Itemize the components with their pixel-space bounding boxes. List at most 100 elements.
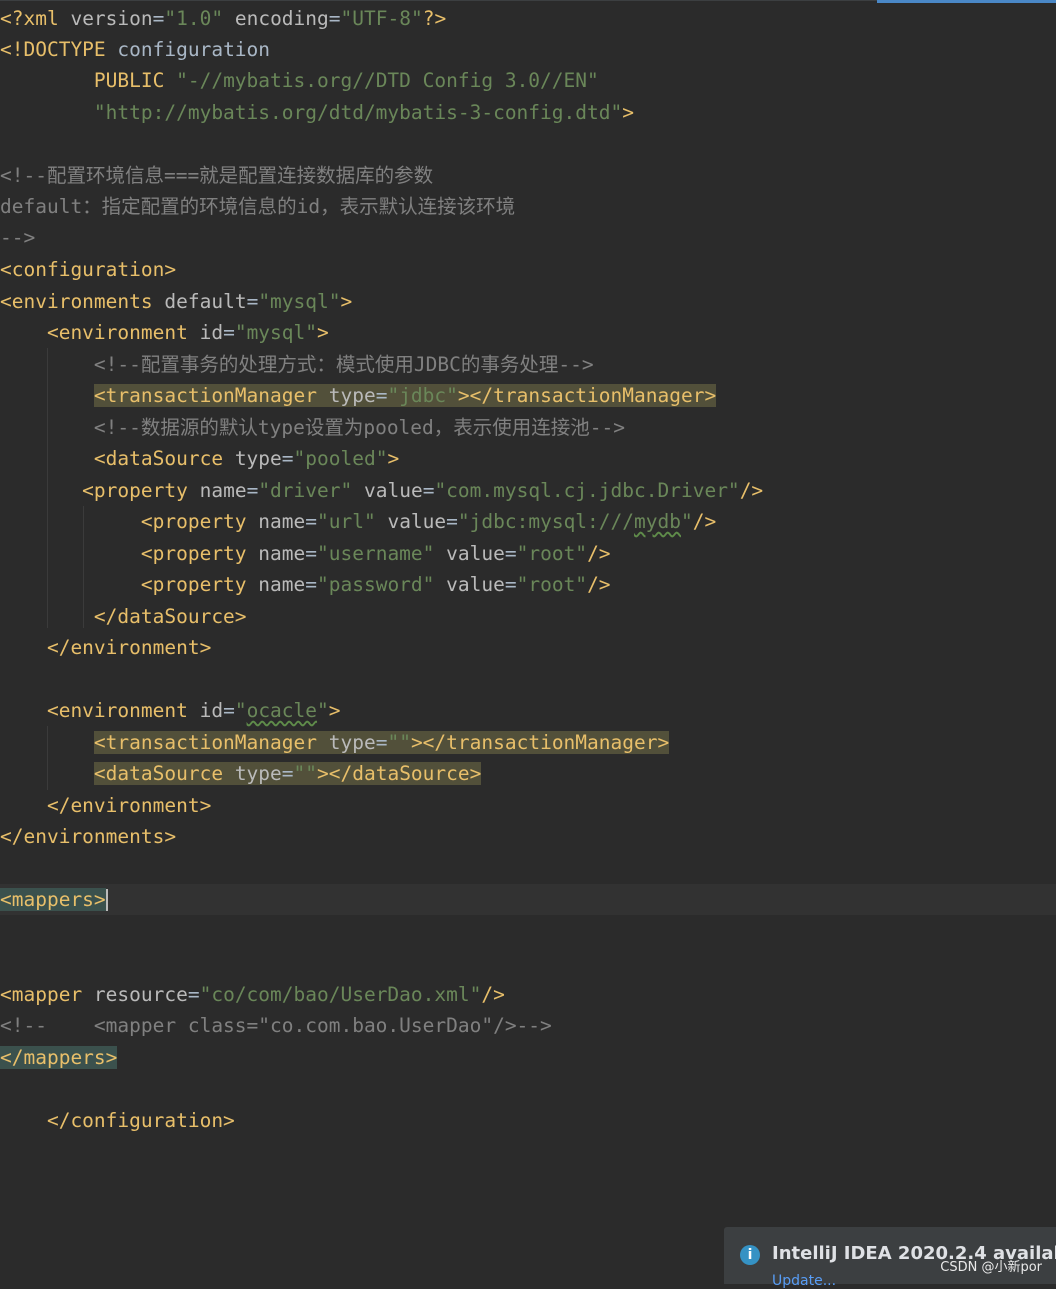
equals: =	[422, 479, 435, 502]
system-id: "http://mybatis.org/dtd/mybatis-3-config…	[93, 101, 623, 124]
close-tag: ></transactionManager>	[457, 384, 717, 407]
attr-name: value	[387, 510, 447, 533]
environment-close-tag: </environment>	[0, 636, 212, 659]
tag-end: />	[587, 573, 611, 596]
code-line-3[interactable]: PUBLIC "-//mybatis.org//DTD Config 3.0//…	[0, 65, 1056, 96]
code-line-36[interactable]: </configuration>	[0, 1105, 1056, 1136]
code-line-21[interactable]: </environment>	[0, 632, 1056, 663]
comment: <!--数据源的默认type设置为pooled，表示使用连接池-->	[0, 416, 625, 439]
equals: =	[504, 573, 517, 596]
attr-value: "jdbc:mysql:///	[457, 510, 635, 533]
property-tag: <property	[0, 573, 259, 596]
code-line-19[interactable]: <property name="password" value="root"/>	[0, 569, 1056, 600]
code-editor[interactable]: <?xml version="1.0" encoding="UTF-8"?> <…	[0, 0, 1056, 1284]
environment-close-tag: </environment>	[0, 794, 212, 817]
spelling-warning: ocacle	[246, 699, 318, 722]
attr-value: "root"	[516, 573, 588, 596]
code-line-11[interactable]: <environment id="mysql">	[0, 317, 1056, 348]
attr-value: "root"	[516, 542, 588, 565]
info-icon: i	[740, 1245, 760, 1265]
environment-tag: <environment	[0, 699, 200, 722]
equals: =	[375, 384, 388, 407]
property-tag: <property	[0, 510, 259, 533]
code-line-17[interactable]: <property name="url" value="jdbc:mysql:/…	[0, 506, 1056, 537]
environments-tag: <environments	[0, 290, 165, 313]
transaction-manager-tag: <transactionManager	[93, 731, 329, 754]
code-line-10[interactable]: <environments default="mysql">	[0, 286, 1056, 317]
equals: =	[187, 983, 200, 1006]
attr-value: "mysql"	[234, 321, 318, 344]
attr-value: "	[317, 699, 329, 722]
configuration-open-tag: <configuration>	[0, 258, 177, 281]
code-line-25[interactable]: <dataSource type=""></dataSource>	[0, 758, 1056, 789]
attr-value: ""	[387, 731, 411, 754]
tag-end: >	[340, 290, 353, 313]
attr-name: type	[234, 762, 282, 785]
public-id: "-//mybatis.org//DTD Config 3.0//EN"	[176, 69, 599, 92]
code-line-29-current[interactable]: <mappers>	[0, 884, 1056, 915]
mappers-open-tag: <mappers>	[0, 888, 106, 911]
code-line-2[interactable]: <!DOCTYPE configuration	[0, 34, 1056, 65]
attr-value: "	[680, 510, 693, 533]
code-line-24[interactable]: <transactionManager type=""></transactio…	[0, 727, 1056, 758]
code-line-20[interactable]: </dataSource>	[0, 601, 1056, 632]
attr-name: id	[199, 321, 224, 344]
code-line-32[interactable]: <mapper resource="co/com/bao/UserDao.xml…	[0, 979, 1056, 1010]
code-line-13[interactable]: <transactionManager type="jdbc"></transa…	[0, 380, 1056, 411]
equals: =	[246, 290, 259, 313]
code-line-9[interactable]: <configuration>	[0, 254, 1056, 285]
code-line-14[interactable]: <!--数据源的默认type设置为pooled，表示使用连接池-->	[0, 412, 1056, 443]
property-tag: <property	[0, 479, 200, 502]
code-line-16[interactable]: <property name="driver" value="com.mysql…	[0, 475, 1056, 506]
code-line-7[interactable]: default：指定配置的环境信息的id，表示默认连接该环境	[0, 191, 1056, 222]
code-line-33[interactable]: <!-- <mapper class="co.com.bao.UserDao"/…	[0, 1010, 1056, 1041]
environments-close-tag: </environments>	[0, 825, 177, 848]
attr-name: name	[258, 542, 306, 565]
text-caret	[105, 889, 108, 911]
tag-end: />	[739, 479, 764, 502]
mapper-tag: <mapper	[0, 983, 94, 1006]
doctype-end: >	[622, 101, 634, 124]
datasource-tag: <dataSource	[93, 762, 235, 785]
code-line-4[interactable]: "http://mybatis.org/dtd/mybatis-3-config…	[0, 97, 1056, 128]
attr-value: ""	[293, 762, 318, 785]
code-line-18[interactable]: <property name="username" value="root"/>	[0, 538, 1056, 569]
close-tag: ></dataSource>	[317, 762, 482, 785]
equals: =	[328, 7, 341, 30]
code-line-12[interactable]: <!--配置事务的处理方式：模式使用JDBC的事务处理-->	[0, 349, 1056, 380]
equals: =	[305, 542, 317, 565]
code-line-27[interactable]: </environments>	[0, 821, 1056, 852]
attr-value: "password"	[317, 573, 435, 596]
attr-name: name	[258, 573, 306, 596]
comment: <!--配置事务的处理方式：模式使用JDBC的事务处理-->	[0, 353, 594, 376]
tag-end: >	[317, 321, 329, 344]
update-link[interactable]: Update...	[772, 1273, 836, 1289]
xml-decl: <?xml	[0, 7, 71, 30]
comment: -->	[0, 226, 36, 249]
highlighted-element: <transactionManager type="jdbc"></transa…	[93, 384, 717, 407]
code-line-26[interactable]: </environment>	[0, 790, 1056, 821]
code-line-8[interactable]: -->	[0, 222, 1056, 253]
code-line-23[interactable]: <environment id="ocacle">	[0, 695, 1056, 726]
doctype: <!DOCTYPE	[0, 38, 118, 61]
attr-name: id	[199, 699, 224, 722]
watermark: CSDN @小新por	[940, 1260, 1042, 1275]
close-tag: ></transactionManager>	[410, 731, 670, 754]
attr-value: "1.0"	[164, 7, 224, 30]
comment: <!--配置环境信息===就是配置连接数据库的参数	[0, 164, 434, 187]
code-line-1[interactable]: <?xml version="1.0" encoding="UTF-8"?>	[0, 3, 1056, 34]
code-line-15[interactable]: <dataSource type="pooled">	[0, 443, 1056, 474]
tag-end: />	[481, 983, 505, 1006]
datasource-tag: <dataSource	[0, 447, 235, 470]
code-line-6[interactable]: <!--配置环境信息===就是配置连接数据库的参数	[0, 160, 1056, 191]
equals: =	[375, 731, 388, 754]
equals: =	[246, 479, 259, 502]
property-tag: <property	[0, 542, 259, 565]
attr-name: resource	[93, 983, 188, 1006]
code-line-34[interactable]: </mappers>	[0, 1042, 1056, 1073]
